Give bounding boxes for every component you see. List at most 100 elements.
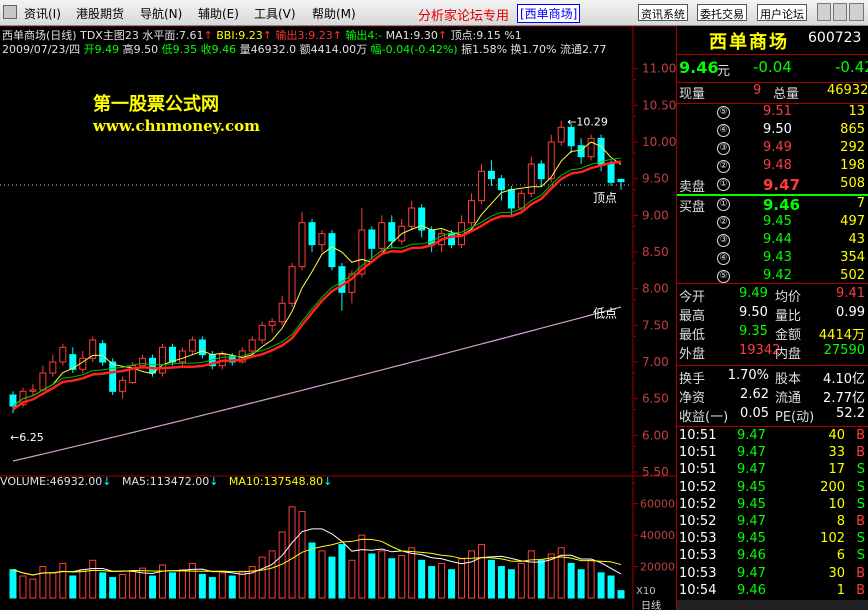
price-row: 9.46 元 -0.04 -0.42 (677, 58, 868, 80)
candle-body (258, 324, 266, 341)
ask-price: 9.50 (763, 122, 792, 137)
volume-bar (368, 553, 376, 599)
tick-volume: 17 (828, 462, 845, 478)
tick-time: 10:52 (679, 496, 717, 512)
tick-volume: 102 (820, 531, 845, 547)
tick-side: B (856, 428, 865, 443)
tick-side: S (856, 496, 865, 512)
volume-bar (438, 562, 446, 599)
chart-area[interactable]: 西单商场(日线) TDX主图23 水平面:7.61↑ BBI:9.23↑ 输出3… (0, 26, 676, 610)
tick-price: 9.45 (737, 531, 766, 547)
app-icon[interactable] (3, 5, 17, 19)
bid-level: ① (717, 198, 730, 211)
candle-body (268, 321, 276, 326)
total-volume: 46932 (827, 83, 868, 98)
y-tick-label: 7.00 (642, 355, 669, 369)
now-volume: 9 (753, 83, 762, 98)
menu-tools[interactable]: 工具(V) (254, 5, 296, 22)
volume-bar (497, 566, 505, 599)
volume-bar (358, 534, 366, 599)
stat-label: 量比 (775, 309, 802, 324)
bid-volume: 43 (848, 232, 865, 247)
volume-bar (288, 506, 296, 599)
watermark-url: www.chnmoney.com (93, 117, 260, 135)
volume-bar (228, 575, 236, 599)
ask-price: 9.48 (763, 158, 792, 173)
candle-body (408, 207, 416, 227)
bid-price: 9.46 (763, 196, 801, 214)
tick-side: S (856, 548, 865, 564)
tick-volume: 30 (828, 565, 845, 581)
volume-bar (477, 544, 485, 599)
top-point-label: 顶点 (593, 191, 617, 205)
fin-value: 0.05 (740, 406, 769, 421)
ask-volume: 865 (840, 122, 865, 137)
volume-bar (318, 550, 326, 599)
ask-row: 卖盘 ① 9.47 508 (677, 176, 868, 195)
minimize-button[interactable] (817, 3, 831, 21)
volume-bar (388, 558, 396, 599)
forum-button[interactable]: 用户论坛 (757, 4, 807, 21)
volume-bar (458, 558, 466, 599)
bbi-line (12, 160, 622, 411)
trade-button[interactable]: 委托交易 (697, 4, 747, 21)
panel-bottom-tab[interactable]: 日线 (641, 600, 868, 610)
tick-time: 10:52 (679, 514, 717, 529)
volume-bar (188, 562, 196, 599)
volume-bar (89, 559, 97, 599)
volume-bar (348, 559, 356, 599)
info-system-button[interactable]: 资讯系统 (638, 4, 688, 21)
tick-time: 10:52 (679, 479, 717, 495)
menu-navigate[interactable]: 导航(N) (140, 5, 182, 22)
volume-bar (607, 575, 615, 599)
vol-tick-label: 20000 (640, 561, 675, 574)
bid-volume: 7 (856, 196, 865, 211)
tick-row: 10:52 9.45 200 S (677, 480, 868, 497)
price-change: -0.04 (753, 58, 792, 76)
volume-bar (487, 559, 495, 599)
tick-volume: 200 (820, 479, 845, 495)
menu-hk-futures[interactable]: 港股期货 (76, 5, 124, 22)
ask-volume: 13 (848, 104, 865, 119)
menu-help[interactable]: 帮助(M) (312, 5, 356, 22)
candle-body (537, 163, 545, 180)
volume-bar (109, 577, 117, 599)
tick-time: 10:53 (679, 565, 717, 581)
maximize-button[interactable] (833, 3, 847, 21)
volume-bar (258, 556, 266, 599)
fin-value: 2.77亿 (823, 391, 865, 406)
tick-price: 9.47 (737, 462, 766, 478)
stat-row: 今开 9.49 均价 9.41 (677, 286, 868, 305)
ask-level: ① (717, 178, 730, 191)
volume-bar (29, 578, 37, 599)
ma10-line (12, 157, 622, 407)
candle-body (308, 222, 316, 246)
candles (9, 120, 625, 414)
y-tick-label: 10.50 (642, 98, 676, 112)
fin-row: 净资 2.62 流通 2.77亿 (677, 387, 868, 406)
ask-row: ② 9.48 198 (677, 158, 868, 177)
close-button[interactable] (849, 3, 864, 21)
candle-body (298, 222, 306, 268)
candle-body (109, 361, 117, 392)
candle-body (59, 346, 67, 363)
volume-bar (428, 566, 436, 599)
ask-row: ⑤ 9.51 13 (677, 104, 868, 123)
vol-scale-label: X10 (636, 586, 656, 597)
menu-assist[interactable]: 辅助(E) (198, 5, 239, 22)
tick-volume: 6 (836, 548, 845, 564)
y-tick-label: 11.00 (642, 62, 676, 76)
volume-bar (19, 575, 27, 599)
ask-level: ② (717, 160, 730, 173)
volume-bar (507, 569, 515, 599)
volume-bar (208, 577, 216, 599)
candle-body (248, 339, 256, 352)
tick-volume: 10 (828, 496, 845, 512)
bid-row: 买盘 ① 9.46 7 (677, 196, 868, 215)
stat-label: 今开 (679, 290, 706, 305)
bid-row: ④ 9.43 354 (677, 250, 868, 269)
menu-info[interactable]: 资讯(I) (24, 5, 61, 22)
tick-price: 9.46 (737, 548, 766, 564)
ask-price: 9.49 (763, 140, 792, 155)
volume-bar (9, 569, 17, 599)
